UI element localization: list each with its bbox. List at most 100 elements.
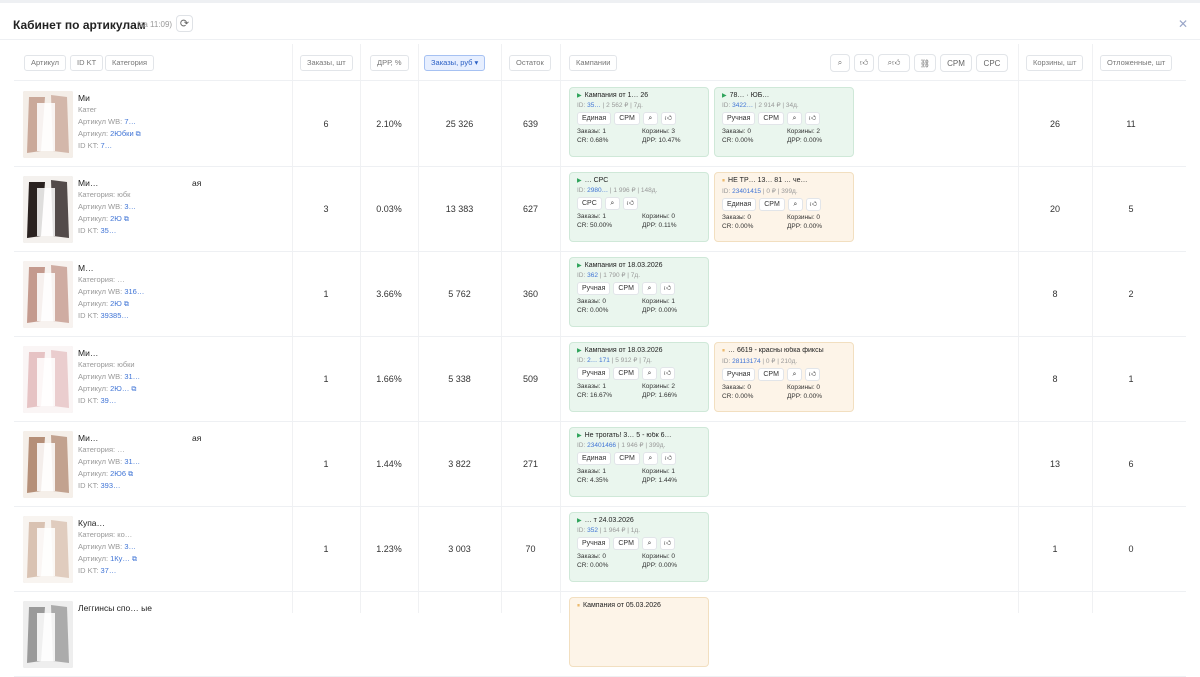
article-value[interactable]: 2Юбки — [110, 129, 134, 138]
search-icon[interactable]: ⌕ — [787, 368, 802, 381]
copy-icon[interactable]: ⧉ — [128, 471, 133, 478]
campaign-type-tag[interactable]: Единая — [722, 198, 756, 211]
campaign-type-tag[interactable]: Единая — [577, 112, 611, 125]
id-kt-value[interactable]: 39385… — [101, 311, 129, 320]
thumbs-up-icon[interactable]: 👍︎ — [660, 537, 675, 550]
campaign-type-tag[interactable]: CPM — [759, 198, 785, 211]
campaign-type-tag[interactable]: CPM — [614, 452, 640, 465]
article-value[interactable]: 1Ку… — [110, 554, 130, 563]
product-thumbnail[interactable] — [23, 516, 73, 583]
article-wb-value[interactable]: 3… — [124, 542, 136, 551]
campaign-card[interactable]: ▶… CPCID: 2980… | 1 996 ₽ | 148д.CPC⌕👍︎З… — [569, 172, 709, 242]
search-icon[interactable]: ⌕ — [643, 112, 658, 125]
copy-icon[interactable]: ⧉ — [124, 301, 129, 308]
thumbs-up-icon[interactable]: 👍︎ — [660, 367, 675, 380]
thumbs-up-icon[interactable]: 👍︎ — [623, 197, 638, 210]
sort-orders-rub[interactable]: Заказы, руб ▾ — [424, 55, 485, 71]
campaign-type-tag[interactable]: Ручная — [722, 368, 755, 381]
product-thumbnail[interactable] — [23, 431, 73, 498]
product-thumbnail[interactable] — [23, 346, 73, 413]
filter-campaigns[interactable]: Кампании — [569, 55, 617, 71]
campaign-card[interactable]: ⏸НЕ ТР… 13… 81 … че…ID: 23401415 | 0 ₽ |… — [714, 172, 854, 242]
campaign-card[interactable]: ▶78… · ЮБ…ID: 3422… | 2 914 ₽ | 34д.Ручн… — [714, 87, 854, 157]
cpc-button[interactable]: CPC — [976, 54, 1008, 72]
sort-drr[interactable]: ДРР, % — [370, 55, 409, 71]
id-kt-value[interactable]: 37… — [101, 566, 117, 575]
product-thumbnail[interactable] — [23, 176, 73, 243]
search-like-button[interactable]: ⌕👍︎ — [878, 54, 910, 72]
campaign-type-tag[interactable]: Ручная — [722, 112, 755, 125]
campaign-id[interactable]: 2980… — [587, 187, 608, 194]
campaign-type-tag[interactable]: CPM — [758, 368, 784, 381]
sort-postponed[interactable]: Отложенные, шт — [1100, 55, 1172, 71]
thumbs-up-icon[interactable]: 👍︎ — [660, 282, 675, 295]
campaign-id[interactable]: 352 — [587, 527, 598, 534]
copy-icon[interactable]: ⧉ — [124, 216, 129, 223]
campaign-type-tag[interactable]: CPM — [613, 367, 639, 380]
product-thumbnail[interactable] — [23, 601, 73, 668]
search-icon[interactable]: ⌕ — [643, 452, 658, 465]
filter-article[interactable]: Артикул — [24, 55, 66, 71]
thumbs-up-icon[interactable]: 👍︎ — [661, 112, 676, 125]
copy-icon[interactable]: ⧉ — [132, 556, 137, 563]
campaign-type-tag[interactable]: CPC — [577, 197, 602, 210]
product-name[interactable]: Ми… — [78, 178, 98, 188]
link-button[interactable]: ⛓ — [914, 54, 936, 72]
product-thumbnail[interactable] — [23, 91, 73, 158]
campaign-id[interactable]: 23401466 — [587, 442, 616, 449]
campaign-card[interactable]: ▶Кампания от 18.03.2026ID: 2… 171 | 5 91… — [569, 342, 709, 412]
copy-icon[interactable]: ⧉ — [136, 131, 141, 138]
article-wb-value[interactable]: 316… — [124, 287, 144, 296]
product-name[interactable]: Леггинсы спо… ые — [78, 603, 152, 613]
search-icon[interactable]: ⌕ — [642, 537, 657, 550]
campaign-id[interactable]: 35… — [587, 102, 601, 109]
article-wb-value[interactable]: 31… — [124, 457, 140, 466]
id-kt-value[interactable]: 7… — [101, 141, 113, 150]
filter-category[interactable]: Категория — [105, 55, 154, 71]
search-icon[interactable]: ⌕ — [605, 197, 620, 210]
article-wb-value[interactable]: 7… — [124, 117, 136, 126]
campaign-type-tag[interactable]: Ручная — [577, 367, 610, 380]
thumbs-up-icon[interactable]: 👍︎ — [806, 198, 821, 211]
search-button[interactable]: ⌕ — [830, 54, 850, 72]
campaign-type-tag[interactable]: CPM — [613, 537, 639, 550]
product-name[interactable]: Купа… — [78, 518, 105, 528]
campaign-card[interactable]: ⏸… 6619 - красны юбка фиксыID: 28113174 … — [714, 342, 854, 412]
search-icon[interactable]: ⌕ — [642, 367, 657, 380]
article-value[interactable]: 2Ю — [110, 299, 122, 308]
sort-baskets[interactable]: Корзины, шт — [1026, 55, 1083, 71]
article-value[interactable]: 2Ю… — [110, 384, 129, 393]
refresh-button[interactable]: ⟳ — [176, 15, 193, 32]
product-thumbnail[interactable] — [23, 261, 73, 328]
campaign-id[interactable]: 3422… — [732, 102, 753, 109]
article-wb-value[interactable]: 31… — [124, 372, 140, 381]
sort-stock[interactable]: Остаток — [509, 55, 551, 71]
search-icon[interactable]: ⌕ — [788, 198, 803, 211]
campaign-card[interactable]: ▶Не трогать! 3… 5 - юбк 6…ID: 23401466 |… — [569, 427, 709, 497]
id-kt-value[interactable]: 39… — [101, 396, 117, 405]
campaign-type-tag[interactable]: CPM — [614, 112, 640, 125]
thumbs-up-icon[interactable]: 👍︎ — [805, 368, 820, 381]
thumbs-up-icon[interactable]: 👍︎ — [805, 112, 820, 125]
campaign-type-tag[interactable]: CPM — [613, 282, 639, 295]
cpm-button[interactable]: CPM — [940, 54, 972, 72]
campaign-type-tag[interactable]: CPM — [758, 112, 784, 125]
sort-orders-qty[interactable]: Заказы, шт — [300, 55, 353, 71]
thumbs-up-icon[interactable]: 👍︎ — [661, 452, 676, 465]
article-value[interactable]: 2Ю — [110, 214, 122, 223]
search-icon[interactable]: ⌕ — [642, 282, 657, 295]
product-name[interactable]: Ми… — [78, 348, 98, 358]
copy-icon[interactable]: ⧉ — [131, 386, 136, 393]
like-button[interactable]: 👍︎ — [854, 54, 874, 72]
campaign-id[interactable]: 2… 171 — [587, 357, 610, 364]
campaign-card[interactable]: ▶Кампания от 1… 26ID: 35… | 2 562 ₽ | 7д… — [569, 87, 709, 157]
id-kt-value[interactable]: 393… — [101, 481, 121, 490]
search-icon[interactable]: ⌕ — [787, 112, 802, 125]
product-name[interactable]: М… — [78, 263, 94, 273]
campaign-id[interactable]: 362 — [587, 272, 598, 279]
article-wb-value[interactable]: 3… — [124, 202, 136, 211]
product-name[interactable]: Ми… — [78, 433, 98, 443]
campaign-id[interactable]: 28113174 — [732, 358, 760, 365]
id-kt-value[interactable]: 35… — [101, 226, 117, 235]
close-button[interactable]: ✕ — [1178, 17, 1188, 31]
